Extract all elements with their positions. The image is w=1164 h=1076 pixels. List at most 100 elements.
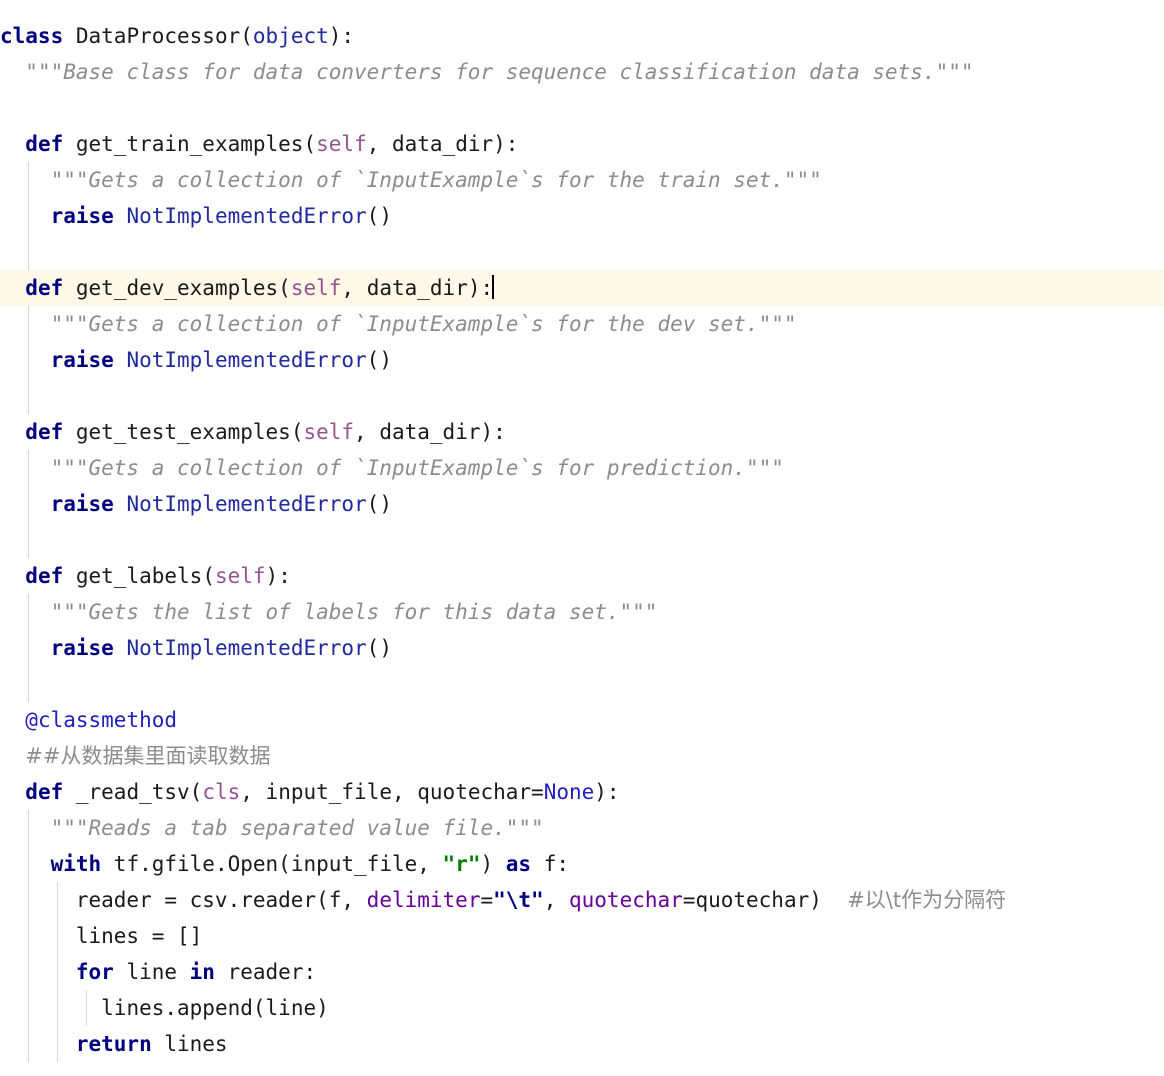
code-line[interactable]: ##从数据集里面读取数据: [0, 738, 1164, 774]
code-token-plain: get_train_examples: [63, 132, 304, 156]
code-token-kw: with: [50, 852, 102, 876]
code-token-builtin: NotImplementedError: [126, 348, 367, 372]
code-line[interactable]: @classmethod: [0, 702, 1164, 738]
code-token-kw: in: [189, 960, 215, 984]
code-token-op: input_file,: [290, 852, 443, 876]
code-line[interactable]: lines = []: [0, 918, 1164, 954]
code-token-op: (): [366, 636, 392, 660]
code-token-plain: get_test_examples: [63, 420, 291, 444]
code-line[interactable]: """Gets a collection of `InputExample`s …: [0, 450, 1164, 486]
code-token-kw: def: [25, 564, 64, 588]
code-token-doc: """Gets a collection of `InputExample`s …: [50, 456, 784, 480]
code-line[interactable]: with tf.gfile.Open(input_file, "r") as f…: [0, 846, 1164, 882]
code-token-op: (: [189, 780, 203, 804]
code-line[interactable]: reader = csv.reader(f, delimiter="\t", q…: [0, 882, 1164, 918]
code-line[interactable]: raise NotImplementedError(): [0, 486, 1164, 522]
code-token-selfkw: self: [290, 276, 342, 300]
code-token-kw: return: [75, 1032, 152, 1056]
code-editor[interactable]: class DataProcessor(object): """Base cla…: [0, 0, 1164, 1076]
code-token-kw: def: [25, 420, 64, 444]
code-line-text: ##从数据集里面读取数据: [0, 744, 270, 768]
code-token-op: (: [252, 996, 266, 1020]
code-line-text: with tf.gfile.Open(input_file, "r") as f…: [0, 852, 569, 876]
code-line-text: """Gets a collection of `InputExample`s …: [0, 456, 784, 480]
code-token-op: quotechar): [695, 888, 822, 912]
code-token-plain: lines = []: [75, 924, 203, 948]
code-line[interactable]: return lines: [0, 1026, 1164, 1062]
code-line[interactable]: class DataProcessor(object):: [0, 18, 1164, 54]
code-line-text: """Base class for data converters for se…: [0, 60, 973, 84]
code-token-kw: def: [25, 132, 64, 156]
code-token-selfkw: self: [214, 564, 266, 588]
code-token-kw: raise: [50, 348, 114, 372]
code-line[interactable]: [0, 90, 1164, 126]
code-line-text: raise NotImplementedError(): [0, 492, 392, 516]
code-token-plain: reader:: [214, 960, 317, 984]
code-line[interactable]: def _read_tsv(cls, input_file, quotechar…: [0, 774, 1164, 810]
code-token-op: , data_dir):: [354, 420, 506, 444]
code-token-plain: _read_tsv: [63, 780, 190, 804]
indent-guide: [28, 666, 29, 702]
code-line-text: raise NotImplementedError(): [0, 204, 392, 228]
code-line[interactable]: """Gets the list of labels for this data…: [0, 594, 1164, 630]
code-token-kw: for: [75, 960, 114, 984]
code-line[interactable]: [0, 666, 1164, 702]
code-line-text: def _read_tsv(cls, input_file, quotechar…: [0, 780, 620, 804]
code-line[interactable]: def get_test_examples(self, data_dir):: [0, 414, 1164, 450]
code-line-text: def get_test_examples(self, data_dir):: [0, 420, 506, 444]
code-line[interactable]: def get_train_examples(self, data_dir):: [0, 126, 1164, 162]
code-line[interactable]: [0, 522, 1164, 558]
code-line-current[interactable]: def get_dev_examples(self, data_dir):: [0, 270, 1164, 306]
code-token-plain: get_labels: [63, 564, 203, 588]
code-line[interactable]: raise NotImplementedError(): [0, 198, 1164, 234]
code-line[interactable]: def get_labels(self):: [0, 558, 1164, 594]
code-token-selfkw: self: [316, 132, 367, 156]
code-line[interactable]: """Gets a collection of `InputExample`s …: [0, 306, 1164, 342]
code-line[interactable]: """Base class for data converters for se…: [0, 54, 1164, 90]
code-token-op: =: [480, 888, 494, 912]
code-line[interactable]: raise NotImplementedError(): [0, 342, 1164, 378]
code-line[interactable]: [0, 234, 1164, 270]
code-line-text: def get_labels(self):: [0, 564, 291, 588]
code-line[interactable]: raise NotImplementedError(): [0, 630, 1164, 666]
code-token-op: , data_dir):: [341, 276, 494, 300]
code-line-text: lines = []: [0, 924, 202, 948]
code-line-text: reader = csv.reader(f, delimiter="\t", q…: [0, 888, 1006, 912]
code-token-op: (: [316, 888, 329, 912]
code-token-plain: line: [113, 960, 190, 984]
code-line[interactable]: """Reads a tab separated value file.""": [0, 810, 1164, 846]
code-token-builtin: NotImplementedError: [126, 492, 367, 516]
code-line[interactable]: lines.append(line): [0, 990, 1164, 1026]
indent-guide: [28, 522, 29, 558]
code-line[interactable]: """Gets a collection of `InputExample`s …: [0, 162, 1164, 198]
code-token-op: ):: [594, 780, 620, 804]
code-line[interactable]: [0, 378, 1164, 414]
code-token-str: "r": [442, 852, 481, 876]
code-token-plain: get_dev_examples: [63, 276, 279, 300]
code-line-text: return lines: [0, 1032, 228, 1056]
code-token-builtin: NotImplementedError: [126, 636, 367, 660]
indent-guide: [28, 378, 29, 414]
code-token-kw: def: [25, 276, 64, 300]
code-token-plain: tf.gfile.Open: [101, 852, 279, 876]
code-line-text: """Gets a collection of `InputExample`s …: [0, 168, 822, 192]
indent-guide: [28, 234, 29, 270]
code-token-op: , data_dir):: [366, 132, 519, 156]
code-line[interactable]: for line in reader:: [0, 954, 1164, 990]
code-token-kw: as: [505, 852, 532, 876]
